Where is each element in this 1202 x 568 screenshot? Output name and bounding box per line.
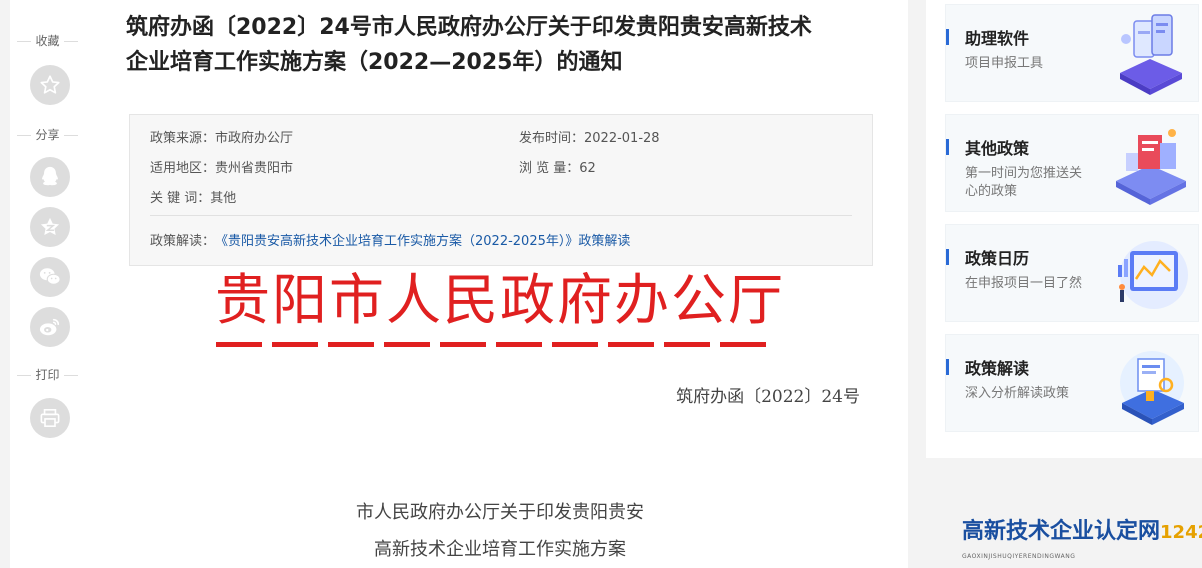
doc-title-line1: 市人民政府办公厅关于印发贵阳贵安 [356,502,644,523]
card-title: 政策日历 [965,249,1030,268]
print-label: 打印 [15,366,80,383]
share-qzone-button[interactable] [30,207,70,247]
interpretation-illustration-icon [1120,351,1184,425]
interpret-label: 政策解读： [150,234,216,249]
card-title: 助理软件 [965,29,1030,48]
source-value: 市政府办公厅 [215,131,294,146]
brand-subtitle: GAOXINJISHUQIYERENDINGWANG [962,552,1076,560]
wechat-icon [39,268,61,285]
print-button[interactable] [30,398,70,438]
red-divider [216,342,772,347]
interpret-link[interactable]: 《贵阳贵安高新技术企业培育工作实施方案（2022-2025年）》政策解读 [215,234,630,249]
policy-push-illustration-icon [1116,129,1186,205]
software-illustration-icon [1120,14,1182,95]
views-value: 62 [579,161,596,176]
card-desc: 深入分析解读政策 [965,386,1070,401]
card-title: 其他政策 [965,139,1030,158]
region-label: 适用地区： [150,161,216,176]
share-wechat-button[interactable] [30,257,70,297]
calendar-chart-illustration-icon [1118,241,1188,309]
card-policy-interpretation[interactable]: 政策解读 深入分析解读政策 [945,334,1199,432]
share-label: 分享 [15,126,80,143]
card-accent-bar [946,249,949,265]
article-title-line1: 筑府办函〔2022〕24号市人民政府办公厅关于印发贵阳贵安高新技术 [126,15,812,40]
share-weibo-button[interactable] [30,307,70,347]
weibo-icon [39,318,60,336]
source-label: 政策来源： [150,131,216,146]
site-watermark: 高新技术企业认定网12425.CN GAOXINJISHUQIYERENDING… [956,520,1202,568]
article-title: 筑府办函〔2022〕24号市人民政府办公厅关于印发贵阳贵安高新技术 企业培育工作… [126,10,876,80]
keywords-value: 其他 [210,191,237,206]
doc-title-line2: 高新技术企业培育工作实施方案 [374,539,626,560]
card-desc: 在申报项目一目了然 [965,276,1083,291]
favorite-button[interactable] [30,65,70,105]
region-value: 贵州省贵阳市 [215,161,294,176]
star-outline-icon [40,75,60,94]
views-label: 浏 览 量： [519,161,580,176]
card-accent-bar [946,29,949,45]
info-divider [150,215,852,216]
collect-label: 收藏 [15,32,80,49]
date-label: 发布时间： [519,131,585,146]
brand-site: 12425.CN [1160,521,1202,543]
card-other-policies[interactable]: 其他政策 第一时间为您推送关心的政策 [945,114,1199,212]
article-title-line2: 企业培育工作实施方案（2022—2025年）的通知 [126,50,623,75]
document-number: 筑府办函〔2022〕24号 [676,387,860,407]
article-main: 筑府办函〔2022〕24号市人民政府办公厅关于印发贵阳贵安高新技术 企业培育工作… [90,0,908,568]
card-accent-bar [946,139,949,155]
qzone-star-icon [40,217,60,235]
card-desc: 第一时间为您推送关心的政策 [965,166,1083,199]
card-assistant-software[interactable]: 助理软件 项目申报工具 [945,4,1199,102]
card-accent-bar [946,359,949,375]
card-title: 政策解读 [965,359,1030,378]
date-value: 2022-01-28 [584,131,660,146]
printer-icon [40,409,60,427]
share-qq-button[interactable] [30,157,70,197]
card-desc: 项目申报工具 [965,56,1044,71]
policy-info-box: 政策来源：市政府办公厅 发布时间：2022-01-28 适用地区：贵州省贵阳市 … [129,114,873,266]
qq-icon [42,166,58,186]
page-gutter [0,0,10,568]
issuer-header: 贵阳市人民政府办公厅 [214,268,785,332]
brand-text: 高新技术企业认定网12425.CN GAOXINJISHUQIYERENDING… [962,518,1202,568]
right-sidebar: 助理软件 项目申报工具 其他政策 第一时间为您推送关心的政策 政策日历 在申报项… [926,0,1202,458]
brand-name: 高新技术企业认定网 [962,518,1161,544]
card-policy-calendar[interactable]: 政策日历 在申报项目一目了然 [945,224,1199,322]
keywords-label: 关 键 词： [150,191,211,206]
